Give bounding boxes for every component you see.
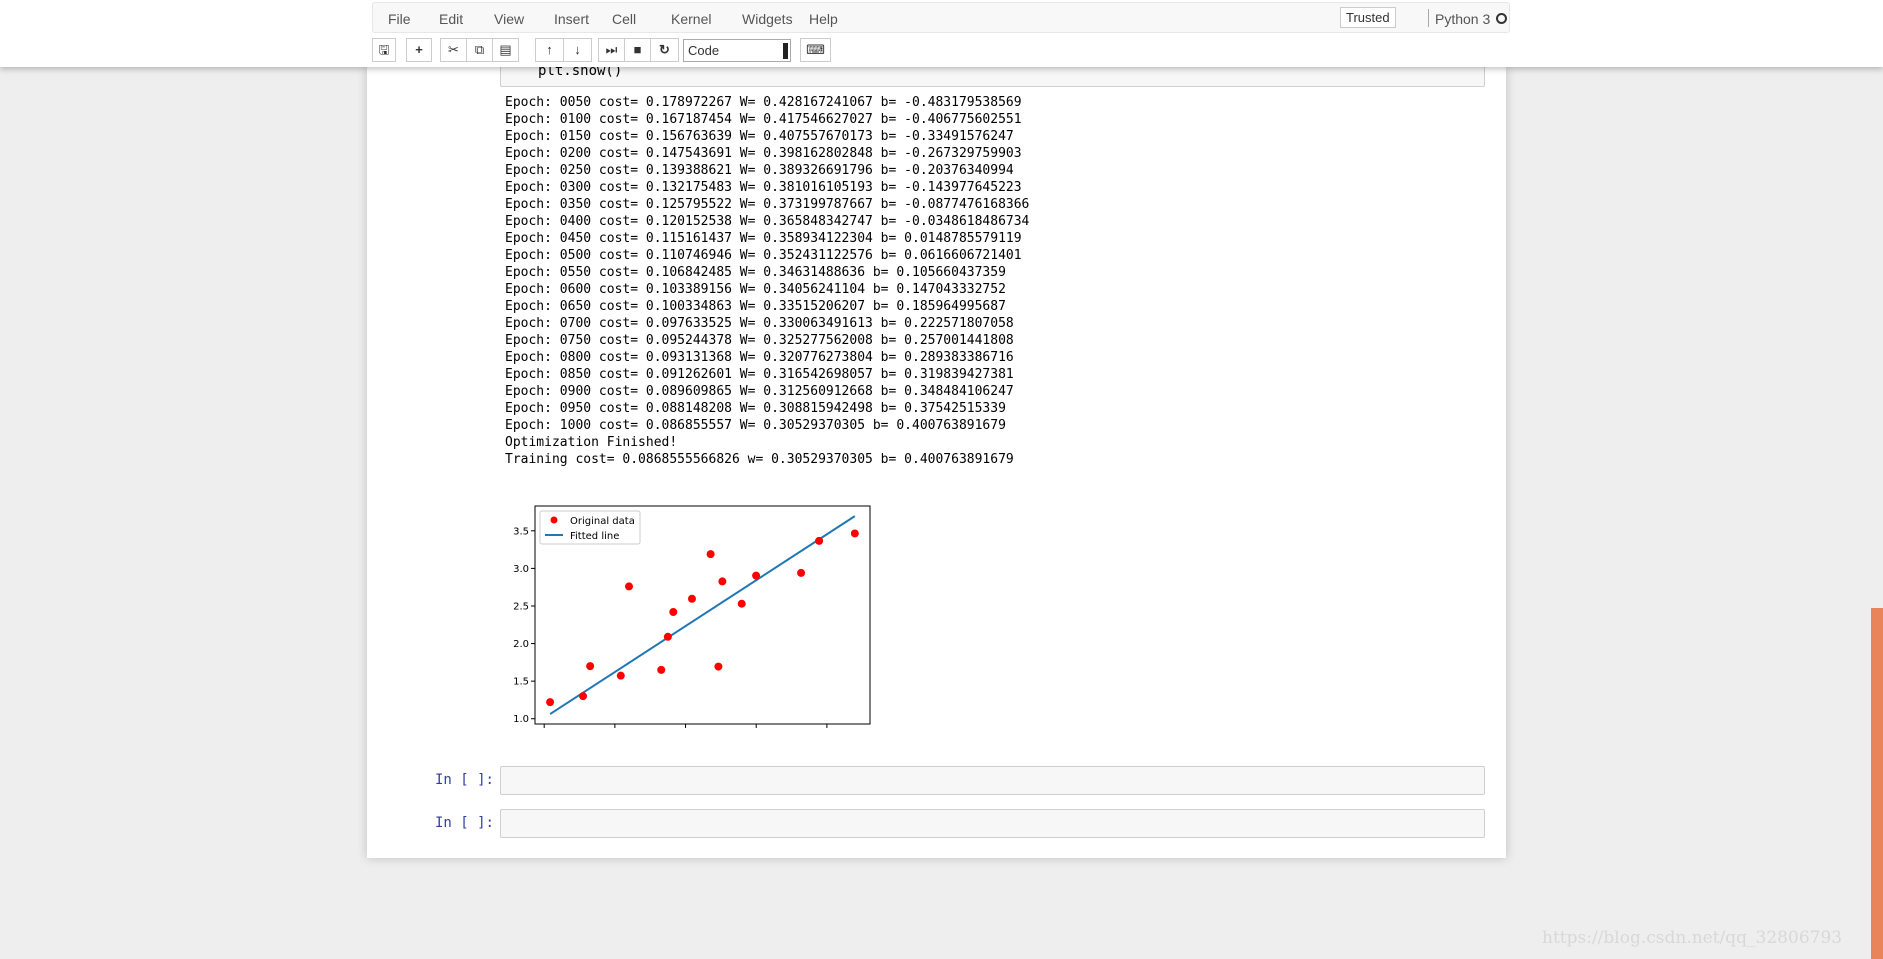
output-line: Optimization Finished! <box>505 435 678 450</box>
data-point <box>663 632 672 641</box>
output-line: Training cost= 0.0868555566826 w= 0.3052… <box>505 452 1014 467</box>
data-point <box>797 568 806 577</box>
cell-prompt: In [ ]: <box>434 772 494 788</box>
paste-button[interactable]: ▤ <box>492 38 519 62</box>
menu-help[interactable]: Help <box>809 11 838 27</box>
notebook-container: plt.show() Epoch: 0050 cost= 0.178972267… <box>367 57 1506 858</box>
cell-prompt: In [ ]: <box>434 815 494 831</box>
data-point <box>546 698 555 707</box>
empty-cell-input[interactable] <box>500 809 1485 838</box>
save-button[interactable]: 🖫 <box>372 38 396 62</box>
save-icon: 🖫 <box>378 42 390 57</box>
copy-icon: ⧉ <box>474 42 485 57</box>
chevron-down-icon <box>783 43 788 59</box>
menu-bar: File Edit View Insert Cell Kernel Widget… <box>372 2 1510 33</box>
menu-kernel[interactable]: Kernel <box>671 11 711 27</box>
output-line: Epoch: 1000 cost= 0.086855557 W= 0.30529… <box>505 418 1006 433</box>
y-tick-label: 1.0 <box>513 714 529 725</box>
cut-button[interactable]: ✂ <box>440 38 467 62</box>
data-point <box>850 529 859 538</box>
legend-label: Fitted line <box>570 531 619 542</box>
output-line: Epoch: 0500 cost= 0.110746946 W= 0.35243… <box>505 248 1022 263</box>
empty-cell-input[interactable] <box>500 766 1485 795</box>
insert-cell-button[interactable]: + <box>406 38 432 62</box>
output-line: Epoch: 0850 cost= 0.091262601 W= 0.31654… <box>505 367 1014 382</box>
scrollbar-thumb[interactable] <box>1871 608 1883 959</box>
y-tick-label: 2.5 <box>513 601 529 612</box>
data-point <box>586 662 595 671</box>
data-point <box>616 671 625 680</box>
output-line: Epoch: 0700 cost= 0.097633525 W= 0.33006… <box>505 316 1014 331</box>
y-tick-label: 3.5 <box>513 526 529 537</box>
move-down-button[interactable]: ↓ <box>563 38 592 62</box>
menu-cell[interactable]: Cell <box>612 11 636 27</box>
output-line: Epoch: 0650 cost= 0.100334863 W= 0.33515… <box>505 299 1006 314</box>
cut-icon: ✂ <box>448 42 459 57</box>
y-tick-label: 2.0 <box>513 639 529 650</box>
menu-edit[interactable]: Edit <box>439 11 463 27</box>
menu-insert[interactable]: Insert <box>554 11 589 27</box>
data-point <box>657 665 666 674</box>
kernel-name: Python 3 <box>1435 11 1491 27</box>
watermark: https://blog.csdn.net/qq_32806793 <box>1542 928 1843 948</box>
trusted-badge[interactable]: Trusted <box>1340 7 1396 28</box>
run-button[interactable]: ⏭ <box>598 38 625 62</box>
menu-file[interactable]: File <box>388 11 411 27</box>
data-point <box>815 536 824 545</box>
cell-type-value: Code <box>688 43 720 58</box>
kernel-status-icon <box>1496 13 1507 24</box>
output-line: Epoch: 0200 cost= 0.147543691 W= 0.39816… <box>505 146 1022 161</box>
arrow-up-icon: ↑ <box>546 42 553 57</box>
output-line: Epoch: 0100 cost= 0.167187454 W= 0.41754… <box>505 112 1022 127</box>
cell-output: Epoch: 0050 cost= 0.178972267 W= 0.42816… <box>505 94 1029 468</box>
cell-type-select[interactable]: Code <box>683 39 791 62</box>
output-line: Epoch: 0550 cost= 0.106842485 W= 0.34631… <box>505 265 1006 280</box>
notebook-header: File Edit View Insert Cell Kernel Widget… <box>0 0 1883 67</box>
data-point <box>752 571 761 580</box>
arrow-down-icon: ↓ <box>574 42 581 57</box>
menu-view[interactable]: View <box>494 11 524 27</box>
y-tick-label: 3.0 <box>513 564 529 575</box>
output-line: Epoch: 0450 cost= 0.115161437 W= 0.35893… <box>505 231 1022 246</box>
output-line: Epoch: 0600 cost= 0.103389156 W= 0.34056… <box>505 282 1006 297</box>
output-line: Epoch: 0900 cost= 0.089609865 W= 0.31256… <box>505 384 1014 399</box>
output-line: Epoch: 0050 cost= 0.178972267 W= 0.42816… <box>505 95 1022 110</box>
output-line: Epoch: 0800 cost= 0.093131368 W= 0.32077… <box>505 350 1014 365</box>
legend-label: Original data <box>570 516 635 527</box>
y-tick-label: 1.5 <box>513 677 529 688</box>
output-line: Epoch: 0150 cost= 0.156763639 W= 0.40755… <box>505 129 1014 144</box>
restart-icon: ↻ <box>659 42 670 57</box>
paste-icon: ▤ <box>499 42 512 57</box>
data-point <box>687 594 696 603</box>
keyboard-icon: ⌨ <box>806 42 825 57</box>
data-point <box>624 582 633 591</box>
data-point <box>579 692 588 701</box>
step-forward-icon: ⏭ <box>605 42 618 57</box>
output-line: Epoch: 0750 cost= 0.095244378 W= 0.32527… <box>505 333 1014 348</box>
move-up-button[interactable]: ↑ <box>535 38 564 62</box>
data-point <box>669 607 678 616</box>
output-line: Epoch: 0350 cost= 0.125795522 W= 0.37319… <box>505 197 1030 212</box>
scatter-plot: 2468101.01.52.02.53.03.5Original dataFit… <box>504 504 872 730</box>
restart-button[interactable]: ↻ <box>650 38 679 62</box>
data-point <box>718 577 727 586</box>
data-point <box>714 662 723 671</box>
interrupt-button[interactable]: ■ <box>624 38 651 62</box>
command-palette-button[interactable]: ⌨ <box>800 38 831 62</box>
output-line: Epoch: 0300 cost= 0.132175483 W= 0.38101… <box>505 180 1022 195</box>
legend-marker-original <box>550 516 558 524</box>
data-point <box>706 550 715 559</box>
output-line: Epoch: 0400 cost= 0.120152538 W= 0.36584… <box>505 214 1030 229</box>
divider <box>1428 9 1429 27</box>
data-point <box>737 599 746 608</box>
menu-widgets[interactable]: Widgets <box>742 11 793 27</box>
output-line: Epoch: 0250 cost= 0.139388621 W= 0.38932… <box>505 163 1014 178</box>
copy-button[interactable]: ⧉ <box>466 38 493 62</box>
plus-icon: + <box>415 42 423 57</box>
output-line: Epoch: 0950 cost= 0.088148208 W= 0.30881… <box>505 401 1006 416</box>
stop-icon: ■ <box>633 42 642 57</box>
